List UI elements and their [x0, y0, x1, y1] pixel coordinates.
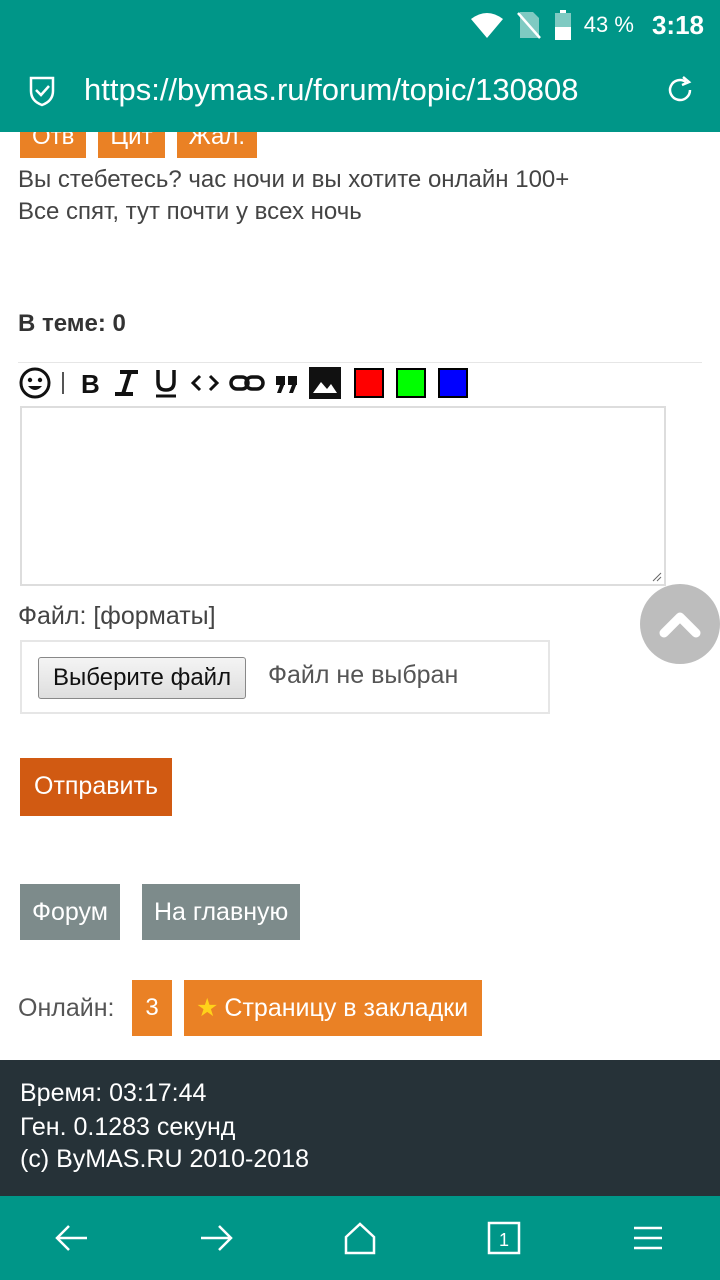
site-footer: Время: 03:17:44 Ген. 0.1283 секунд (c) B…	[0, 1060, 720, 1196]
link-icon[interactable]	[228, 365, 266, 401]
bookmark-label: Страницу в закладки	[224, 994, 469, 1022]
submit-button[interactable]: Отправить	[20, 758, 172, 816]
menu-icon[interactable]	[626, 1216, 670, 1260]
status-bar: 43 % 3:18	[0, 0, 720, 50]
reply-button[interactable]: Отв	[20, 132, 87, 158]
color-red-button[interactable]	[354, 368, 384, 398]
code-icon[interactable]	[188, 365, 222, 401]
file-input: Выберите файл Файл не выбран	[20, 640, 550, 714]
tab-count: 1	[499, 1230, 509, 1250]
color-green-button[interactable]	[396, 368, 426, 398]
browser-bottom-nav: 1	[0, 1196, 720, 1280]
url-text[interactable]: https://bymas.ru/forum/topic/130808	[84, 72, 579, 108]
battery-icon	[554, 10, 571, 40]
message-textarea[interactable]	[20, 406, 666, 586]
editor-toolbar: B	[18, 365, 468, 401]
wifi-icon	[470, 13, 503, 38]
back-arrow-icon[interactable]	[50, 1216, 94, 1260]
post-text-line: Вы стебетесь? час ночи и вы хотите онлай…	[18, 166, 570, 193]
chevron-up-icon	[659, 612, 701, 638]
page-content: Отв Цит Жал. Вы стебетесь? час ночи и вы…	[0, 132, 720, 1060]
tabs-icon[interactable]: 1	[482, 1216, 526, 1260]
shield-icon[interactable]	[28, 75, 56, 107]
home-icon[interactable]	[338, 1216, 382, 1260]
quote-button[interactable]: Цит	[98, 132, 165, 158]
forward-arrow-icon[interactable]	[194, 1216, 238, 1260]
forum-button[interactable]: Форум	[20, 884, 120, 940]
star-icon: ★	[196, 994, 219, 1022]
address-bar: https://bymas.ru/forum/topic/130808	[0, 50, 720, 132]
report-button[interactable]: Жал.	[176, 132, 258, 158]
italic-icon[interactable]	[110, 365, 144, 401]
file-label[interactable]: Файл: [форматы]	[18, 602, 216, 631]
smile-icon[interactable]	[18, 365, 52, 401]
post-text-line: Все спят, тут почти у всех ночь	[18, 198, 362, 225]
in-theme-count: В теме: 0	[18, 310, 126, 337]
online-count-button[interactable]: 3	[132, 980, 172, 1036]
home-page-button[interactable]: На главную	[142, 884, 301, 940]
bookmark-button[interactable]: ★ Страницу в закладки	[184, 980, 483, 1036]
file-status: Файл не выбран	[268, 661, 459, 689]
post-actions: Отв Цит Жал.	[20, 132, 258, 158]
online-label: Онлайн:	[18, 994, 115, 1022]
no-sim-icon	[516, 12, 541, 39]
bold-icon[interactable]: B	[78, 365, 104, 401]
toolbar-separator	[62, 372, 64, 394]
svg-text:B: B	[81, 369, 100, 398]
image-icon[interactable]	[308, 365, 342, 401]
scroll-to-top-button[interactable]	[640, 584, 720, 664]
server-time: Время: 03:17:44	[20, 1079, 207, 1107]
reload-icon[interactable]	[664, 74, 696, 106]
copyright: (c) ByMAS.RU 2010-2018	[20, 1145, 310, 1173]
divider	[18, 362, 702, 363]
underline-icon[interactable]	[150, 365, 182, 401]
post-text: Вы стебетесь? час ночи и вы хотите онлай…	[18, 164, 569, 228]
resize-handle-icon[interactable]	[652, 572, 662, 582]
color-blue-button[interactable]	[438, 368, 468, 398]
generation-time: Ген. 0.1283 секунд	[20, 1113, 236, 1141]
choose-file-button[interactable]: Выберите файл	[38, 657, 247, 699]
clock: 3:18	[651, 9, 704, 40]
quote-icon[interactable]	[272, 365, 302, 401]
battery-percent: 43 %	[583, 12, 634, 37]
